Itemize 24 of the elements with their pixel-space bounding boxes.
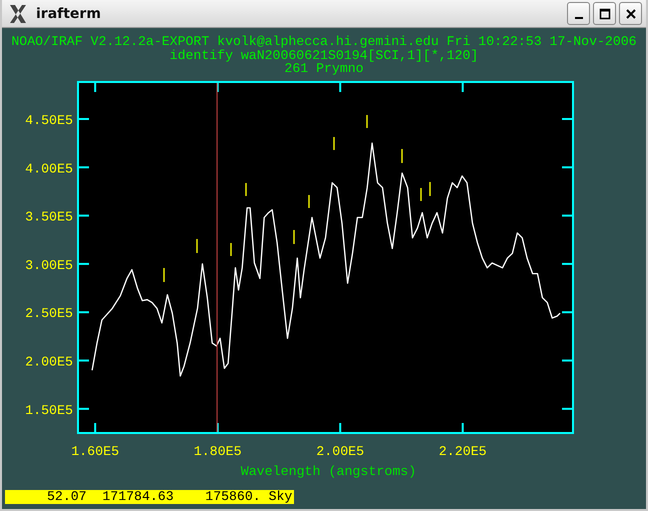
header-line: NOAO/IRAF V2.12.2a-EXPORT kvolk@alphecca.hi.gemini.edu Fri 10:22:53 17-Nov-2006 xyxy=(11,35,637,48)
minimize-button[interactable] xyxy=(567,2,590,25)
x-tick-label: 2.00E5 xyxy=(316,444,364,458)
y-tick-label: 3.50E5 xyxy=(25,209,73,224)
y-tick-label: 1.50E5 xyxy=(25,402,73,418)
y-tick-label: 3.00E5 xyxy=(25,257,73,272)
x-tick-label: 1.80E5 xyxy=(194,444,242,458)
close-icon xyxy=(624,8,636,20)
x-tick-label: 1.60E5 xyxy=(71,444,120,458)
maximize-button[interactable] xyxy=(593,2,616,25)
x-logo-icon xyxy=(8,4,28,24)
x-tick-label: 2.20E5 xyxy=(438,444,487,458)
close-button[interactable] xyxy=(619,2,642,25)
y-tick-label: 4.50E5 xyxy=(25,112,73,128)
y-tick-label: 4.00E5 xyxy=(25,160,73,176)
status-bar: 52.07 171784.63 175860. Sky xyxy=(5,490,294,504)
y-tick-label: 2.00E5 xyxy=(25,354,73,370)
maximize-icon xyxy=(598,8,610,20)
minimize-icon xyxy=(574,16,582,18)
x-axis-label: Wavelength (angstroms) xyxy=(240,464,416,478)
header-line: 261 Prymno xyxy=(284,62,364,76)
window-title: irafterm xyxy=(36,6,102,22)
y-tick-label: 2.50E5 xyxy=(25,306,73,321)
header-line: identify waN20060621S0194[SCI,1][*,120] xyxy=(170,48,478,62)
